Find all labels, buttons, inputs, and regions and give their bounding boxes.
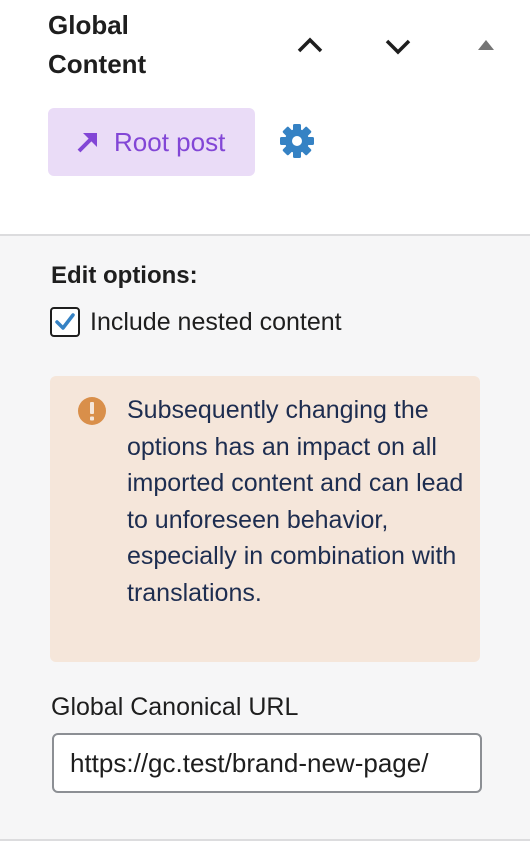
include-nested-checkbox[interactable] — [50, 307, 80, 337]
warning-icon — [78, 397, 106, 425]
root-post-button[interactable]: Root post — [48, 108, 255, 176]
include-nested-label[interactable]: Include nested content — [90, 308, 342, 337]
warning-notice: Subsequently changing the options has an… — [50, 376, 480, 662]
canonical-url-input[interactable] — [52, 733, 482, 793]
chevron-up-icon — [297, 37, 323, 53]
panel-toggle-button[interactable] — [466, 24, 506, 64]
checkmark-icon — [55, 313, 75, 330]
panel-header: Global Content Root post — [0, 0, 530, 235]
chevron-down-icon — [385, 39, 411, 55]
gear-icon — [280, 124, 314, 158]
root-post-label: Root post — [114, 126, 226, 157]
notice-text: Subsequently changing the options has an… — [127, 396, 464, 607]
triangle-up-icon — [478, 40, 494, 50]
move-up-button[interactable] — [288, 24, 332, 68]
panel-title: Global Content — [48, 10, 147, 79]
edit-options-heading: Edit options: — [51, 262, 198, 289]
arrow-up-right-icon — [74, 128, 102, 156]
canonical-url-label: Global Canonical URL — [51, 693, 299, 721]
move-down-button[interactable] — [376, 24, 420, 68]
settings-button[interactable] — [276, 120, 318, 162]
panel-bottom-divider — [0, 839, 530, 841]
